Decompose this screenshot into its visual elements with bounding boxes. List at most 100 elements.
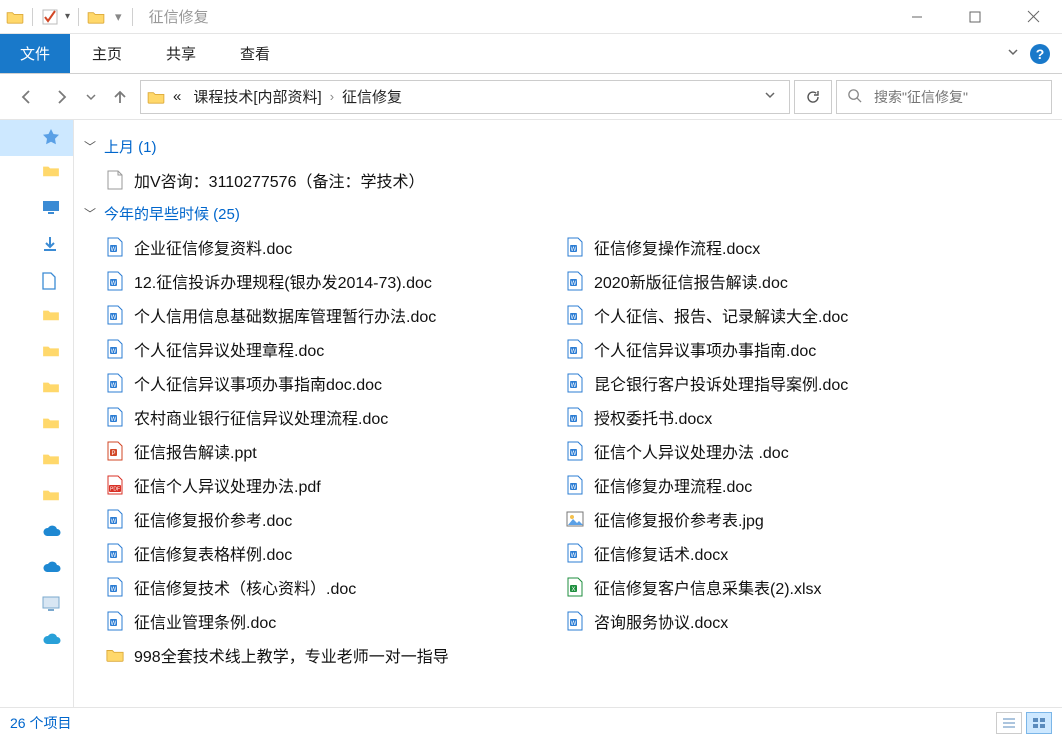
search-icon (847, 88, 862, 106)
sidebar-item[interactable] (0, 372, 73, 408)
refresh-button[interactable] (794, 80, 832, 114)
file-item[interactable]: W个人征信异议事项办事指南doc.doc (84, 366, 544, 400)
checkbox-icon[interactable] (41, 7, 59, 27)
file-item[interactable]: W企业征信修复资料.doc (84, 230, 544, 264)
file-name: 企业征信修复资料.doc (134, 235, 292, 259)
sidebar-item[interactable] (0, 408, 73, 444)
ribbon-expand-icon[interactable] (1006, 45, 1020, 62)
file-item[interactable]: X征信修复客户信息采集表(2).xlsx (544, 570, 1004, 604)
folder-icon (87, 7, 105, 27)
file-item[interactable]: W2020新版征信报告解读.doc (544, 264, 1004, 298)
file-item[interactable]: 998全套技术线上教学，专业老师一对一指导 (84, 638, 544, 672)
file-item[interactable]: W咨询服务协议.docx (544, 604, 1004, 638)
doc-icon: W (106, 339, 124, 359)
file-item[interactable]: W个人征信异议事项办事指南.doc (544, 332, 1004, 366)
file-item[interactable]: W征信个人异议处理办法 .doc (544, 434, 1004, 468)
file-item[interactable]: W农村商业银行征信异议处理流程.doc (84, 400, 544, 434)
file-name: 个人信用信息基础数据库管理暂行办法.doc (134, 303, 436, 327)
sidebar-item[interactable] (0, 624, 73, 660)
sidebar-item[interactable] (0, 120, 73, 156)
minimize-button[interactable] (888, 0, 946, 34)
svg-text:PDF: PDF (110, 487, 120, 493)
svg-text:W: W (571, 417, 577, 423)
group-header[interactable]: ﹀上月 (1) (84, 130, 1058, 163)
svg-text:P: P (111, 451, 115, 457)
desktop-icon (42, 200, 62, 220)
close-button[interactable] (1004, 0, 1062, 34)
sidebar-item[interactable] (0, 480, 73, 516)
folder-icon (147, 87, 165, 107)
sidebar-item[interactable] (0, 228, 73, 264)
file-item[interactable]: W个人征信异议处理章程.doc (84, 332, 544, 366)
up-button[interactable] (104, 81, 136, 113)
file-item[interactable]: W征信业管理条例.doc (84, 604, 544, 638)
txt-icon (106, 170, 124, 190)
file-item[interactable]: W授权委托书.docx (544, 400, 1004, 434)
sidebar-item[interactable] (0, 552, 73, 588)
sidebar-item[interactable] (0, 588, 73, 624)
onedrive-icon (42, 524, 62, 544)
file-item[interactable]: W征信修复表格样例.doc (84, 536, 544, 570)
doc-icon: W (566, 237, 584, 257)
sidebar-item[interactable] (0, 336, 73, 372)
doc-icon: W (566, 475, 584, 495)
back-button[interactable] (10, 81, 42, 113)
file-item[interactable]: W征信修复话术.docx (544, 536, 1004, 570)
file-item[interactable]: W征信修复操作流程.docx (544, 230, 1004, 264)
file-item[interactable]: W昆仑银行客户投诉处理指导案例.doc (544, 366, 1004, 400)
thumbnails-view-button[interactable] (1026, 712, 1052, 734)
file-list[interactable]: ﹀上月 (1)加V咨询：3110277576（备注：学技术）﹀今年的早些时候 (… (74, 120, 1062, 707)
file-item[interactable]: PDF征信个人异议处理办法.pdf (84, 468, 544, 502)
group-items: W企业征信修复资料.docW12.征信投诉办理规程(银办发2014-73).do… (84, 230, 1058, 672)
file-item[interactable]: W征信修复技术（核心资料）.doc (84, 570, 544, 604)
downloads-icon (42, 236, 62, 256)
doc-icon: W (566, 305, 584, 325)
doc-icon: W (106, 373, 124, 393)
file-item[interactable]: W12.征信投诉办理规程(银办发2014-73).doc (84, 264, 544, 298)
ribbon-tab-share[interactable]: 共享 (144, 34, 218, 73)
chevron-right-icon[interactable]: › (330, 89, 334, 104)
ribbon-tab-view[interactable]: 查看 (218, 34, 292, 73)
separator (132, 8, 133, 26)
file-item[interactable]: P 征信报告解读.ppt (84, 434, 544, 468)
folder-icon (42, 164, 62, 184)
file-item[interactable]: 加V咨询：3110277576（备注：学技术） (84, 163, 1058, 197)
file-item[interactable]: W征信修复办理流程.doc (544, 468, 1004, 502)
file-item[interactable]: 征信修复报价参考表.jpg (544, 502, 1004, 536)
sidebar-item[interactable] (0, 444, 73, 480)
sidebar-item[interactable] (0, 300, 73, 336)
svg-text:W: W (571, 621, 577, 627)
sidebar-item[interactable] (0, 192, 73, 228)
folder-icon (42, 308, 62, 328)
breadcrumb-segment[interactable]: 征信修复 (338, 86, 406, 107)
maximize-button[interactable] (946, 0, 1004, 34)
qat-dropdown-icon[interactable]: ▾ (65, 11, 70, 22)
ribbon-tab-home[interactable]: 主页 (70, 34, 144, 73)
details-view-button[interactable] (996, 712, 1022, 734)
chevron-down-icon[interactable]: ▾ (115, 9, 122, 25)
chevron-down-icon[interactable] (763, 88, 777, 105)
file-name: 998全套技术线上教学，专业老师一对一指导 (134, 643, 449, 667)
breadcrumb-segment[interactable]: 课程技术[内部资料] (189, 86, 325, 107)
svg-text:W: W (111, 383, 117, 389)
search-box[interactable] (836, 80, 1052, 114)
forward-button[interactable] (46, 81, 78, 113)
navigation-pane[interactable]: ▴ (0, 120, 74, 707)
folder-icon (6, 7, 24, 27)
sidebar-item[interactable] (0, 516, 73, 552)
group-header[interactable]: ﹀今年的早些时候 (25) (84, 197, 1058, 230)
search-input[interactable] (872, 88, 1041, 106)
address-bar[interactable]: « 课程技术[内部资料] › 征信修复 (140, 80, 790, 114)
file-name: 昆仑银行客户投诉处理指导案例.doc (594, 371, 848, 395)
file-tab[interactable]: 文件 (0, 34, 70, 73)
group-items: 加V咨询：3110277576（备注：学技术） (84, 163, 1058, 197)
file-item[interactable]: W个人信用信息基础数据库管理暂行办法.doc (84, 298, 544, 332)
sidebar-item[interactable] (0, 156, 73, 192)
file-item[interactable]: W个人征信、报告、记录解读大全.doc (544, 298, 1004, 332)
network-icon (42, 632, 62, 652)
file-item[interactable]: W征信修复报价参考.doc (84, 502, 544, 536)
sidebar-item[interactable] (0, 264, 73, 300)
help-button[interactable]: ? (1030, 44, 1050, 64)
file-name: 征信报告解读.ppt (134, 439, 257, 463)
recent-dropdown-icon[interactable] (82, 81, 100, 113)
